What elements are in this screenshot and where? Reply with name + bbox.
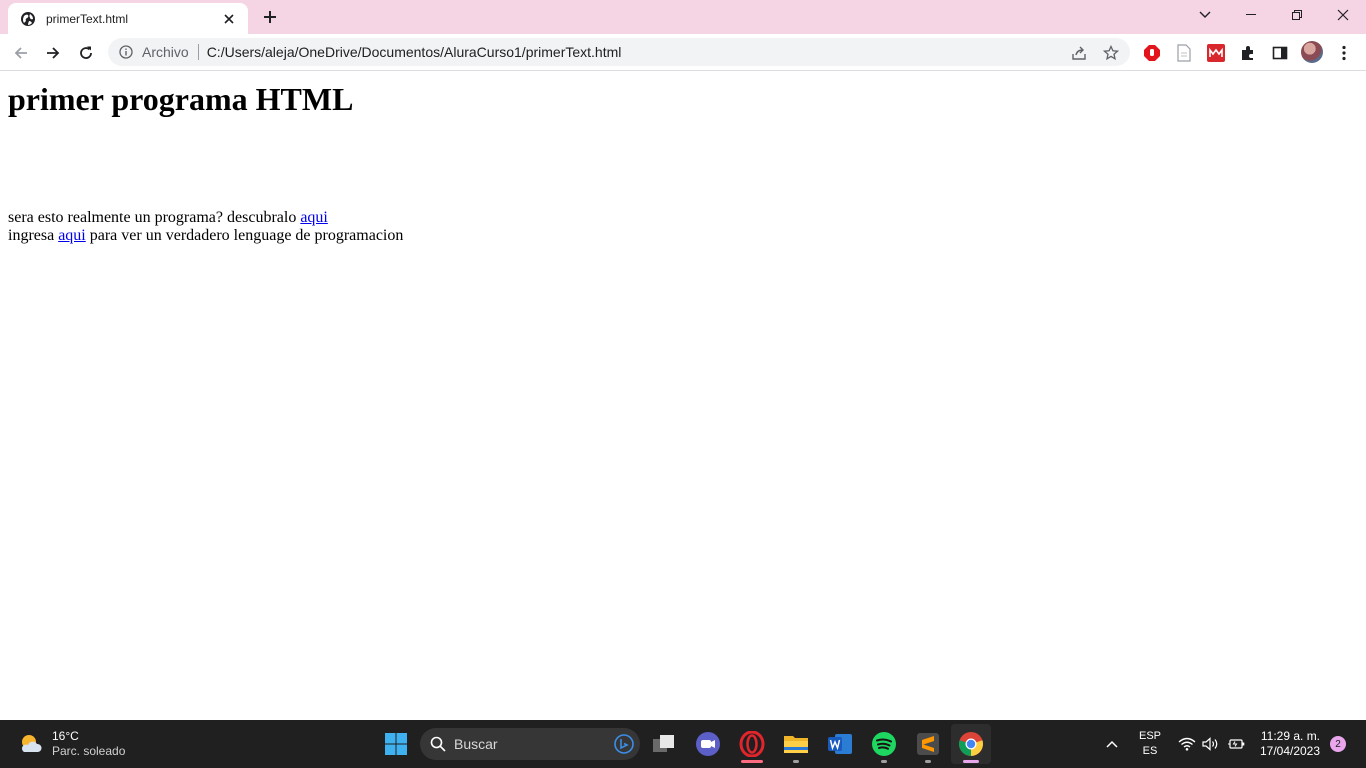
reload-icon (80, 46, 92, 59)
file-explorer-icon[interactable] (780, 728, 812, 763)
close-icon (1337, 9, 1349, 21)
notification-badge[interactable]: 2 (1330, 736, 1346, 752)
partly-sunny-icon (21, 735, 42, 752)
address-separator (197, 44, 199, 60)
bing-icon[interactable] (614, 734, 634, 754)
language-indicator[interactable]: ESP ES (1134, 720, 1166, 768)
tab-title: primerText.html (46, 11, 129, 26)
line1-text: sera esto realmente un programa? descubr… (8, 209, 301, 226)
minimize-button[interactable] (1228, 0, 1274, 30)
document-icon[interactable] (1173, 42, 1195, 64)
system-clock[interactable]: 11:29 a. m. 17/04/2023 (1256, 720, 1324, 768)
paragraph-line-1: sera esto realmente un programa? descubr… (8, 209, 328, 227)
page-heading: primer programa HTML (8, 81, 354, 117)
running-indicator (741, 760, 763, 763)
side-panel-icon[interactable] (1269, 42, 1291, 64)
close-icon[interactable] (220, 10, 238, 28)
arrow-left-icon (14, 47, 27, 59)
spotify-icon[interactable] (868, 728, 900, 763)
browser-tab[interactable]: primerText.html (8, 3, 248, 34)
battery-icon[interactable] (1224, 720, 1248, 768)
share-icon[interactable] (1070, 44, 1088, 62)
weather-widget[interactable]: 16°C Parc. soleado (18, 729, 125, 759)
restore-button[interactable] (1274, 0, 1320, 30)
star-icon[interactable] (1102, 44, 1120, 62)
aqui-link-2[interactable]: aqui (58, 227, 86, 244)
running-indicator (881, 760, 887, 763)
clock-time: 11:29 a. m. (1260, 729, 1321, 743)
chrome-icon[interactable] (955, 728, 987, 763)
sublime-text-icon[interactable] (912, 728, 944, 763)
running-indicator (925, 760, 931, 763)
teams-icon[interactable] (692, 728, 724, 760)
restore-icon (1292, 10, 1302, 20)
window-close-button[interactable] (1320, 0, 1366, 30)
clock-date: 17/04/2023 (1259, 744, 1321, 758)
chevron-up-icon[interactable] (1100, 720, 1124, 768)
search-placeholder: Buscar (454, 736, 498, 752)
line2-after: para ver un verdadero lenguage de progra… (85, 227, 404, 244)
kebab-menu-icon[interactable] (1333, 42, 1355, 64)
reload-button[interactable] (73, 40, 99, 66)
minimize-icon (1246, 14, 1256, 15)
back-button[interactable] (8, 40, 34, 66)
word-icon[interactable] (824, 728, 856, 760)
mega-icon[interactable] (1205, 42, 1227, 64)
browser-toolbar: Archivo C:/Users/aleja/OneDrive/Document… (0, 34, 1366, 71)
scheme-label: Archivo (142, 44, 189, 60)
weather-temp: 16°C (52, 729, 79, 743)
language-bottom: ES (1142, 745, 1158, 757)
page-viewport: primer programa HTML sera esto realmente… (0, 71, 1366, 720)
plus-icon (264, 11, 276, 23)
tab-strip: primerText.html (0, 0, 1366, 34)
info-icon[interactable] (118, 44, 134, 60)
paragraph-line-2: ingresa aqui para ver un verdadero lengu… (8, 227, 403, 245)
wifi-icon[interactable] (1176, 720, 1198, 768)
aqui-link-1[interactable]: aqui (300, 209, 328, 226)
running-indicator (793, 760, 799, 763)
adblock-icon[interactable] (1141, 42, 1163, 64)
globe-icon (20, 11, 36, 27)
puzzle-icon[interactable] (1237, 42, 1259, 64)
weather-condition: Parc. soleado (52, 744, 126, 758)
avatar[interactable] (1301, 41, 1323, 63)
tab-search-button[interactable] (1182, 0, 1228, 30)
address-bar[interactable]: Archivo C:/Users/aleja/OneDrive/Document… (108, 38, 1130, 66)
windows-start-icon[interactable] (380, 728, 412, 760)
search-icon (430, 736, 446, 752)
taskbar-search[interactable]: Buscar (420, 728, 640, 760)
chevron-down-icon (1199, 11, 1211, 18)
task-view-icon[interactable] (648, 728, 680, 760)
arrow-right-icon (47, 47, 60, 59)
windows-taskbar: 16°C Parc. soleado Buscar ESP ES 11:29 a… (0, 720, 1366, 768)
url-text[interactable]: C:/Users/aleja/OneDrive/Documentos/Alura… (207, 44, 622, 60)
new-tab-button[interactable] (258, 6, 282, 28)
volume-icon[interactable] (1200, 720, 1222, 768)
language-top: ESP (1138, 730, 1161, 742)
opera-icon[interactable] (736, 728, 768, 763)
running-indicator (963, 760, 979, 763)
line2-before: ingresa (8, 227, 59, 244)
forward-button[interactable] (40, 40, 66, 66)
